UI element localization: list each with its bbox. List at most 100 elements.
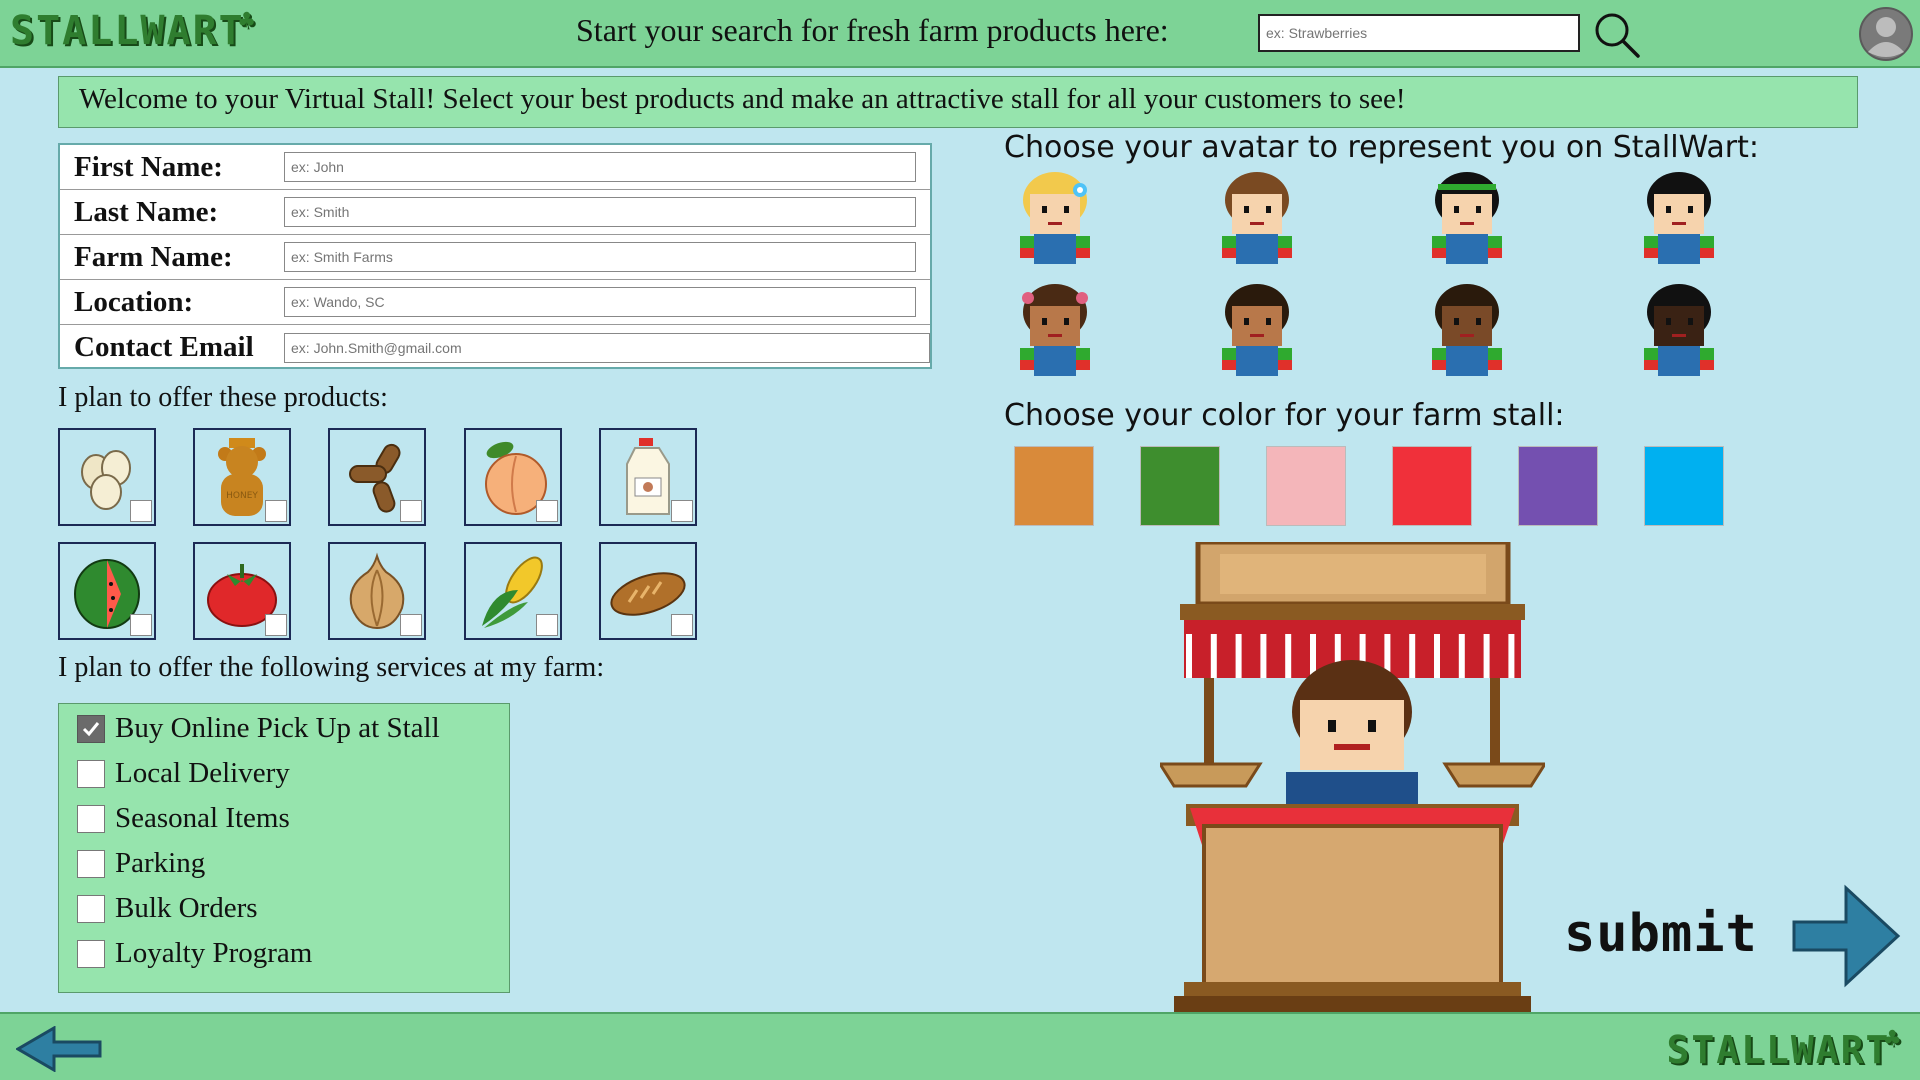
product-checkbox[interactable]	[671, 500, 693, 522]
avatar-sprite	[1644, 172, 1714, 264]
stall-color-swatch-5[interactable]	[1518, 446, 1598, 526]
stall-color-swatch-6[interactable]	[1644, 446, 1724, 526]
location-row: Location:	[60, 280, 930, 325]
avatar-option-4[interactable]	[1636, 170, 1722, 266]
product-checkbox[interactable]	[671, 614, 693, 636]
avatar-sprite	[1020, 284, 1090, 376]
service-label: Local Delivery	[115, 757, 290, 789]
avatar-option-1[interactable]	[1012, 170, 1098, 266]
service-checkbox[interactable]	[77, 849, 105, 878]
product-checkbox[interactable]	[265, 614, 287, 636]
product-checkbox[interactable]	[400, 614, 422, 636]
search-prompt: Start your search for fresh farm product…	[576, 12, 1169, 48]
stall-color-swatch-1[interactable]	[1014, 446, 1094, 526]
stallwart-logo[interactable]: STALLWART ♣	[10, 6, 257, 54]
submit-button[interactable]: submit	[1564, 904, 1758, 964]
service-label: Loyalty Program	[115, 937, 313, 969]
avatar-sprite	[1222, 172, 1292, 264]
avatar-sprite	[1222, 284, 1292, 376]
search-input[interactable]	[1258, 14, 1580, 52]
sprout-icon: ♣	[238, 6, 257, 36]
last-name-row: Last Name:	[60, 190, 930, 235]
service-checkbox[interactable]	[77, 894, 105, 923]
product-tile-corn[interactable]	[464, 542, 562, 640]
email-row: Contact Email	[60, 325, 930, 370]
service-local-delivery[interactable]: Local Delivery	[77, 757, 290, 790]
first-name-label: First Name:	[74, 150, 223, 183]
location-input[interactable]	[284, 287, 916, 317]
last-name-input[interactable]	[284, 197, 916, 227]
top-header: STALLWART ♣ Start your search for fresh f…	[0, 0, 1920, 68]
product-checkbox[interactable]	[130, 500, 152, 522]
product-tile-peach[interactable]	[464, 428, 562, 526]
service-label: Seasonal Items	[115, 802, 290, 834]
service-checkbox[interactable]	[77, 759, 105, 788]
service-label: Buy Online Pick Up at Stall	[115, 712, 440, 744]
svg-text:HONEY: HONEY	[226, 491, 258, 501]
service-buy-online[interactable]: Buy Online Pick Up at Stall	[77, 712, 440, 745]
farm-name-input[interactable]	[284, 242, 916, 272]
product-tile-milk[interactable]	[599, 428, 697, 526]
logo-text: STALLWART	[10, 8, 245, 54]
logo-text: STALLWART	[1666, 1028, 1891, 1072]
stall-color-swatch-2[interactable]	[1140, 446, 1220, 526]
service-label: Bulk Orders	[115, 892, 258, 924]
product-tile-eggs[interactable]	[58, 428, 156, 526]
service-seasonal-items[interactable]: Seasonal Items	[77, 802, 290, 835]
bottom-footer: STALLWART ♣	[0, 1012, 1920, 1080]
product-tile-bread[interactable]	[599, 542, 697, 640]
welcome-banner: Welcome to your Virtual Stall! Select yo…	[58, 76, 1858, 128]
email-label: Contact Email	[74, 331, 254, 363]
product-checkbox[interactable]	[536, 614, 558, 636]
product-checkbox[interactable]	[400, 500, 422, 522]
stallwart-logo-footer[interactable]: STALLWART ♣	[1666, 1024, 1902, 1072]
avatar-option-2[interactable]	[1214, 170, 1300, 266]
avatar-option-8[interactable]	[1636, 282, 1722, 378]
last-name-label: Last Name:	[74, 195, 219, 228]
product-checkbox[interactable]	[130, 614, 152, 636]
product-tile-watermelon[interactable]	[58, 542, 156, 640]
first-name-input[interactable]	[284, 152, 916, 182]
service-bulk-orders[interactable]: Bulk Orders	[77, 892, 258, 925]
products-label: I plan to offer these products:	[58, 382, 388, 413]
product-tile-peanuts[interactable]	[328, 428, 426, 526]
service-checkbox[interactable]	[77, 939, 105, 968]
service-loyalty-program[interactable]: Loyalty Program	[77, 937, 312, 970]
avatar-sprite	[1432, 172, 1502, 264]
color-section-label: Choose your color for your farm stall:	[1004, 398, 1565, 433]
back-arrow-icon[interactable]	[16, 1026, 102, 1072]
product-tile-onion[interactable]	[328, 542, 426, 640]
location-label: Location:	[74, 285, 194, 318]
sprout-icon: ♣	[1884, 1024, 1902, 1054]
service-checkbox[interactable]	[77, 804, 105, 833]
services-panel: Buy Online Pick Up at Stall Local Delive…	[58, 703, 510, 993]
avatar-sprite	[1644, 284, 1714, 376]
service-parking[interactable]: Parking	[77, 847, 205, 880]
avatar-option-3[interactable]	[1424, 170, 1510, 266]
avatar-sprite	[1020, 172, 1090, 264]
service-label: Parking	[115, 847, 206, 879]
first-name-row: First Name:	[60, 145, 930, 190]
avatar-section-label: Choose your avatar to represent you on S…	[1004, 130, 1759, 165]
avatar-option-5[interactable]	[1012, 282, 1098, 378]
product-tile-tomato[interactable]	[193, 542, 291, 640]
avatar-option-6[interactable]	[1214, 282, 1300, 378]
email-input[interactable]	[284, 332, 930, 363]
service-checkbox[interactable]	[77, 714, 105, 743]
stall-preview	[1160, 542, 1545, 1012]
farm-name-label: Farm Name:	[74, 240, 233, 273]
stall-color-swatch-4[interactable]	[1392, 446, 1472, 526]
user-profile-icon[interactable]	[1858, 6, 1914, 62]
search-icon[interactable]	[1592, 10, 1642, 60]
farm-name-row: Farm Name:	[60, 235, 930, 280]
product-checkbox[interactable]	[536, 500, 558, 522]
checkmark-icon	[82, 721, 100, 736]
submit-arrow-icon[interactable]	[1790, 882, 1902, 990]
product-tile-honey[interactable]: HONEY	[193, 428, 291, 526]
avatar-sprite	[1432, 284, 1502, 376]
services-label: I plan to offer the following services a…	[58, 652, 605, 683]
farmer-info-form: First Name: Last Name: Farm Name: Locati…	[58, 143, 932, 369]
avatar-option-7[interactable]	[1424, 282, 1510, 378]
product-checkbox[interactable]	[265, 500, 287, 522]
stall-color-swatch-3[interactable]	[1266, 446, 1346, 526]
